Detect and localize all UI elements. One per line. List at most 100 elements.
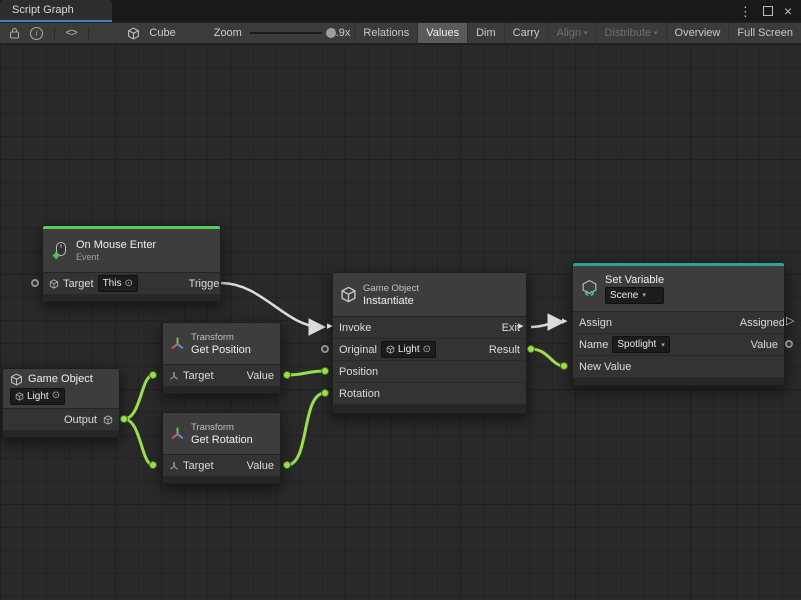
node-game-object[interactable]: Game Object Light ⊙ Output [2, 368, 120, 438]
overview-button[interactable]: Overview [666, 23, 729, 43]
port-rotation-input[interactable] [321, 389, 329, 397]
info-icon[interactable]: i [25, 27, 48, 40]
position-port-label: Position [339, 366, 378, 378]
port-original-input[interactable] [321, 345, 329, 353]
port-position-input[interactable] [321, 367, 329, 375]
fullscreen-button[interactable]: Full Screen [728, 23, 801, 43]
port-row: Position [333, 361, 526, 383]
lock-icon[interactable] [4, 27, 25, 39]
node-footer [43, 295, 220, 301]
toolbar-separator [88, 27, 89, 40]
port-getposition-target-input[interactable] [149, 371, 157, 379]
port-getrotation-target-input[interactable] [149, 461, 157, 469]
node-get-rotation[interactable]: Transform Get Rotation Target Value [162, 412, 281, 484]
tab-script-graph[interactable]: Script Graph [0, 0, 112, 22]
original-port-label: Original [339, 344, 377, 356]
new-value-port-label: New Value [579, 361, 631, 373]
distribute-button[interactable]: Distribute▾ [596, 23, 666, 43]
align-button[interactable]: Align▾ [548, 23, 596, 43]
transform-icon [170, 336, 185, 351]
value-port-label: Value [247, 370, 274, 382]
scope-chip[interactable]: Scene ▾ [605, 287, 664, 304]
chevron-down-icon: ▾ [654, 29, 658, 37]
object-picker-icon[interactable]: ⊙ [52, 391, 60, 401]
port-row: Output [3, 409, 119, 431]
object-value-chip[interactable]: Light ⊙ [10, 388, 65, 405]
zoom-slider-track [250, 32, 322, 34]
close-icon[interactable]: × [784, 4, 792, 18]
zoom-slider[interactable] [250, 26, 322, 40]
chip-text: This [103, 278, 122, 289]
node-subtitle: Event [76, 252, 156, 262]
port-row: Target This ⊙ Trigger [43, 273, 220, 295]
port-row: Original Light ⊙ Result [333, 339, 526, 361]
port-result-output[interactable] [527, 345, 535, 353]
node-on-mouse-enter[interactable]: On Mouse Enter Event Target This ⊙ Trigg… [42, 225, 221, 302]
node-footer [573, 378, 784, 385]
maximize-icon[interactable] [763, 6, 773, 16]
port-row: Invoke Exit [333, 317, 526, 339]
port-row: Target Value [163, 365, 280, 387]
code-view-icon[interactable]: <> [61, 27, 82, 39]
node-set-variable[interactable]: Set Variable Scene ▾ Assign Assigned Nam… [572, 262, 785, 386]
game-object-icon [49, 279, 59, 289]
dim-button[interactable]: Dim [467, 23, 504, 43]
node-title: Instantiate [363, 295, 419, 307]
assign-port-label: Assign [579, 317, 612, 329]
invoke-port-label: Invoke [339, 322, 371, 334]
script-graph-window: Script Graph ⋮ × i <> Cube Zoom 0.9x Rel… [0, 0, 801, 600]
node-category: Game Object [363, 283, 419, 294]
transform-icon [170, 426, 185, 441]
node-footer [163, 477, 280, 483]
node-header: Set Variable Scene ▾ [573, 266, 784, 312]
port-invoke-input[interactable]: ▸ [327, 321, 333, 332]
chevron-down-icon: ▾ [584, 29, 588, 37]
original-value-chip[interactable]: Light ⊙ [381, 341, 436, 358]
relations-button[interactable]: Relations [354, 23, 417, 43]
more-menu-icon[interactable]: ⋮ [739, 5, 752, 18]
port-newvalue-input[interactable] [560, 362, 568, 370]
values-button[interactable]: Values [417, 23, 467, 43]
cube-icon [122, 27, 145, 40]
target-port-label: Target [183, 370, 214, 382]
assigned-port-label: Assigned [740, 317, 784, 329]
variable-name-chip[interactable]: Spotlight ▾ [612, 336, 669, 353]
node-footer [3, 431, 119, 437]
port-row: Rotation [333, 383, 526, 405]
tab-title: Script Graph [12, 4, 74, 16]
port-mouse-target-input[interactable] [31, 279, 39, 287]
node-title: Get Position [191, 344, 251, 356]
rotation-port-label: Rotation [339, 388, 380, 400]
zoom-label: Zoom [210, 27, 246, 39]
port-getrotation-value-output[interactable] [283, 461, 291, 469]
value-port-label: Value [247, 460, 274, 472]
port-row: New Value [573, 356, 784, 378]
port-value-output[interactable] [785, 340, 793, 348]
port-getposition-value-output[interactable] [283, 371, 291, 379]
port-row: Target Value [163, 455, 280, 477]
game-object-icon [15, 392, 24, 401]
chevron-down-icon: ▾ [642, 291, 646, 299]
target-port-label: Target [63, 278, 94, 290]
chip-text: Scene [610, 290, 638, 301]
object-picker-icon[interactable]: ⊙ [423, 345, 431, 355]
chip-text: Light [398, 344, 420, 355]
node-category: Transform [191, 422, 253, 433]
port-gameobject-output[interactable] [120, 415, 128, 423]
object-picker-icon[interactable]: ⊙ [124, 279, 132, 289]
chip-text: Spotlight [617, 339, 656, 350]
node-get-position[interactable]: Transform Get Position Target Value [162, 322, 281, 394]
node-instantiate[interactable]: Game Object Instantiate Invoke Exit Orig… [332, 272, 527, 414]
carry-button[interactable]: Carry [504, 23, 548, 43]
node-category: Transform [191, 332, 251, 343]
node-header: On Mouse Enter Event [43, 229, 220, 273]
node-header: Game Object Instantiate [333, 273, 526, 317]
node-header: Transform Get Rotation [163, 413, 280, 455]
port-assign-input[interactable]: ▸ [562, 316, 568, 327]
output-port-label: Output [64, 414, 97, 426]
port-assigned-output[interactable]: ▷ [786, 316, 794, 327]
toolbar-separator [54, 27, 55, 40]
zoom-slider-handle[interactable] [326, 28, 336, 38]
port-exit-output[interactable]: ▸ [518, 321, 524, 332]
target-value-chip[interactable]: This ⊙ [98, 275, 138, 292]
